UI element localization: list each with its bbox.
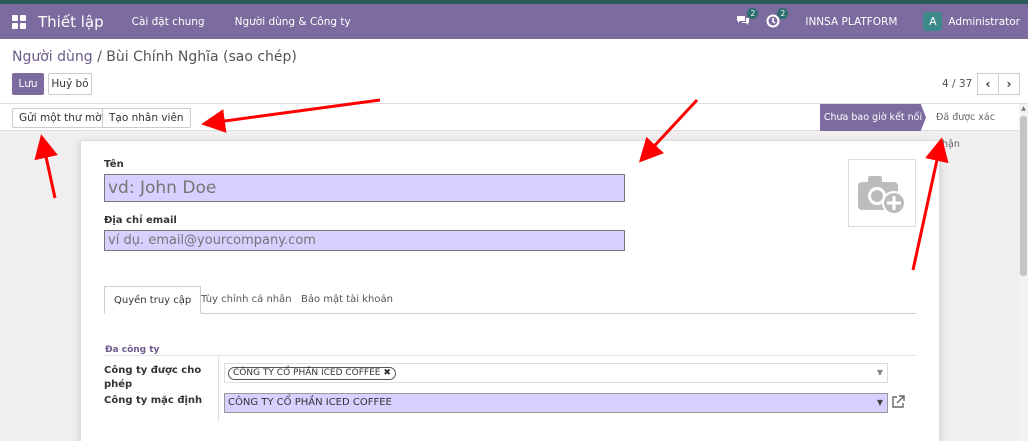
- scroll-up-icon[interactable]: ▲: [1020, 105, 1027, 113]
- pager-value[interactable]: 4 / 37: [942, 78, 972, 90]
- scrollbar-thumb[interactable]: [1020, 116, 1027, 276]
- tab-account-security[interactable]: Bảo mật tài khoản: [301, 286, 393, 314]
- breadcrumb: Người dùng / Bùi Chính Nghĩa (sao chép): [12, 49, 297, 65]
- dropdown-caret-icon[interactable]: ▼: [877, 394, 883, 412]
- multi-company-title: Đa công ty: [105, 345, 160, 355]
- messages-icon[interactable]: 2: [735, 7, 759, 30]
- group-divider: [104, 355, 916, 356]
- name-input[interactable]: [104, 174, 625, 202]
- company-tag-label: CÔNG TY CỔ PHẦN ICED COFFEE: [233, 368, 381, 378]
- default-company-value: CÔNG TY CỔ PHẦN ICED COFFEE: [228, 397, 392, 408]
- company-switcher[interactable]: INNSA PLATFORM: [805, 16, 897, 28]
- dropdown-caret-icon[interactable]: ▼: [877, 364, 883, 382]
- control-panel: Người dùng / Bùi Chính Nghĩa (sao chép) …: [0, 39, 1028, 104]
- save-button[interactable]: Lưu: [12, 73, 44, 95]
- messages-badge: 2: [747, 7, 759, 19]
- stage-confirmed[interactable]: Đã được xác nhận: [936, 104, 1019, 150]
- nav-general-settings[interactable]: Cài đặt chung: [132, 16, 205, 28]
- tab-access-rights[interactable]: Quyền truy cập: [104, 286, 202, 314]
- breadcrumb-parent[interactable]: Người dùng: [12, 49, 93, 65]
- form-tabs: Quyền truy cập Tùy chỉnh cá nhân Bảo mật…: [104, 286, 916, 314]
- status-bar: Gửi một thư mời Tạo nhân viên Chưa bao g…: [0, 104, 1019, 150]
- user-menu[interactable]: Administrator: [948, 16, 1020, 28]
- app-title[interactable]: Thiết lập: [38, 13, 104, 31]
- pager-prev-button[interactable]: ‹: [977, 73, 999, 95]
- email-label: Địa chỉ email: [104, 215, 177, 226]
- default-company-select[interactable]: CÔNG TY CỔ PHẦN ICED COFFEE ▼: [224, 393, 888, 413]
- stage-never-connected[interactable]: Chưa bao giờ kết nối: [820, 104, 926, 131]
- default-company-label: Công ty mặc định: [104, 395, 203, 406]
- top-navbar: Thiết lập Cài đặt chung Người dùng & Côn…: [0, 0, 1028, 39]
- pager-next-button[interactable]: ›: [998, 73, 1020, 95]
- send-invitation-button[interactable]: Gửi một thư mời: [12, 108, 112, 128]
- activities-badge: 2: [777, 7, 789, 19]
- breadcrumb-current: Bùi Chính Nghĩa (sao chép): [106, 49, 297, 65]
- activities-icon[interactable]: 2: [765, 7, 789, 30]
- create-employee-button[interactable]: Tạo nhân viên: [102, 108, 191, 128]
- arrow-statusbar-left: [34, 134, 58, 199]
- email-input[interactable]: [104, 230, 625, 251]
- form-sheet: Tên Địa chỉ email Quyền truy cập Tùy chỉ…: [80, 140, 940, 441]
- camera-plus-icon: [858, 176, 906, 215]
- tab-preferences[interactable]: Tùy chỉnh cá nhân: [201, 286, 292, 314]
- label-column-divider: [218, 357, 219, 421]
- allowed-companies-field[interactable]: CÔNG TY CỔ PHẦN ICED COFFEE ✖ ▼: [224, 363, 888, 383]
- discard-button[interactable]: Huỷ bỏ: [48, 73, 92, 95]
- company-tag: CÔNG TY CỔ PHẦN ICED COFFEE ✖: [228, 367, 396, 380]
- photo-upload[interactable]: [848, 159, 916, 227]
- apps-menu-icon[interactable]: [12, 14, 26, 29]
- nav-users-companies[interactable]: Người dùng & Công ty: [235, 16, 351, 28]
- tag-remove-icon[interactable]: ✖: [383, 368, 391, 378]
- breadcrumb-separator: /: [92, 49, 107, 65]
- allowed-companies-label: Công ty được cho phép: [104, 365, 202, 390]
- name-label: Tên: [104, 159, 124, 170]
- avatar[interactable]: A: [923, 12, 943, 31]
- external-link-icon[interactable]: [891, 395, 905, 409]
